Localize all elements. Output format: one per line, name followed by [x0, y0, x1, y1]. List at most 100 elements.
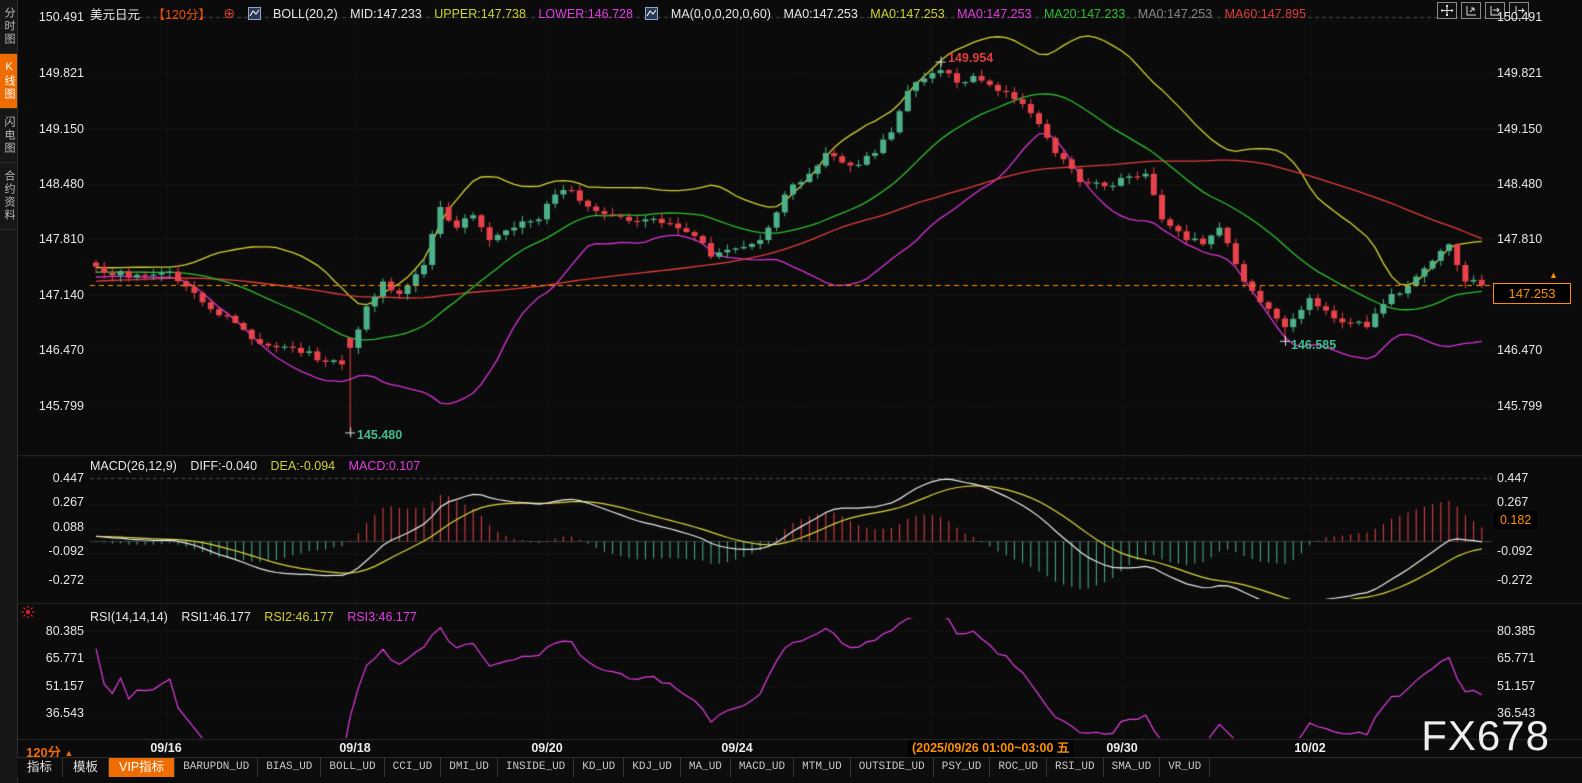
sidebar-item-kline[interactable]: K线图: [0, 54, 17, 109]
tab-macd-ud[interactable]: MACD_UD: [731, 758, 794, 777]
last-price-badge: 147.253: [1493, 283, 1571, 304]
sidebar-item-contract-info[interactable]: 合约资料: [0, 163, 17, 230]
rsi-axis-label: 51.157: [20, 679, 84, 693]
boll-title: BOLL(20,2): [273, 7, 338, 21]
price-axis-label: 149.150: [1497, 122, 1542, 136]
tab-vip-indicator[interactable]: VIP指标: [109, 758, 175, 777]
ma60-value: MA60:147.895: [1225, 7, 1306, 21]
rsi-axis-label: 80.385: [20, 624, 84, 638]
chart-canvas[interactable]: [0, 0, 1582, 783]
boll-lower: LOWER:146.728: [538, 7, 633, 21]
ma-title: MA(0,0,0,20,0,60): [671, 7, 771, 21]
boll-upper: UPPER:147.738: [434, 7, 526, 21]
price-axis-label: 146.470: [1497, 343, 1542, 357]
tab-kdj-ud[interactable]: KDJ_UD: [624, 758, 681, 777]
ma0-value-2: MA0:147.253: [870, 7, 944, 21]
ma-chart-icon[interactable]: [645, 7, 658, 20]
tab-indicator[interactable]: 指标: [17, 758, 63, 777]
macd-axis-label: -0.272: [20, 573, 84, 587]
macd-axis-label: 0.447: [1497, 471, 1528, 485]
price-axis-label: 145.799: [20, 399, 84, 413]
alert-sun-icon[interactable]: [21, 605, 35, 624]
boll-chart-icon[interactable]: [248, 7, 261, 20]
price-axis-label: 147.810: [1497, 232, 1542, 246]
rsi-axis-label: 36.543: [20, 706, 84, 720]
macd-axis-label: 0.267: [20, 495, 84, 509]
macd-header: MACD(26,12,9) DIFF:-0.040 DEA:-0.094 MAC…: [90, 459, 430, 473]
tab-sma-ud[interactable]: SMA_UD: [1104, 758, 1161, 777]
indicator-tabbar: 指标 模板 VIP指标 BARUPDN_UD BIAS_UD BOLL_UD C…: [17, 757, 1582, 777]
tab-psy-ud[interactable]: PSY_UD: [934, 758, 991, 777]
rsi-header: RSI(14,14,14) RSI1:46.177 RSI2:46.177 RS…: [90, 610, 427, 624]
rsi-axis-label: 65.771: [1497, 651, 1535, 665]
date-label: 09/18: [339, 741, 370, 755]
low-price-label: 145.480: [357, 428, 402, 442]
rsi-title[interactable]: RSI(14,14,14): [90, 610, 168, 624]
macd-axis-label: 0.088: [20, 520, 84, 534]
tab-vr-ud[interactable]: VR_UD: [1160, 758, 1210, 777]
macd-axis-label: 0.447: [20, 471, 84, 485]
price-axis-label: 149.821: [1497, 66, 1542, 80]
tab-bias-ud[interactable]: BIAS_UD: [258, 758, 321, 777]
ma0-value-1: MA0:147.253: [783, 7, 857, 21]
add-indicator-icon[interactable]: ⊕: [223, 5, 235, 21]
sidebar-item-timeline[interactable]: 分时图: [0, 0, 17, 54]
price-axis-label: 146.470: [20, 343, 84, 357]
sidebar-item-flash[interactable]: 闪电图: [0, 109, 17, 163]
swing-low-label: 146.585: [1291, 338, 1336, 352]
fx678-watermark: FX678: [1421, 712, 1550, 760]
price-axis-label: 145.799: [1497, 399, 1542, 413]
tab-outside-ud[interactable]: OUTSIDE_UD: [851, 758, 934, 777]
rsi-axis-label: 80.385: [1497, 624, 1535, 638]
rsi1-value: RSI1:46.177: [181, 610, 251, 624]
ma0-value-4: MA0:147.253: [1138, 7, 1212, 21]
price-axis-label: 147.140: [20, 288, 84, 302]
macd-axis-label: -0.272: [1497, 573, 1532, 587]
tab-template[interactable]: 模板: [63, 758, 109, 777]
price-axis-label: 147.810: [20, 232, 84, 246]
tab-cci-ud[interactable]: CCI_UD: [385, 758, 442, 777]
tab-kd-ud[interactable]: KD_UD: [574, 758, 624, 777]
macd-axis-label: -0.092: [1497, 544, 1532, 558]
axis-scale-icon[interactable]: [1461, 2, 1481, 19]
pan-move-icon[interactable]: [1437, 2, 1457, 19]
macd-value: MACD:0.107: [349, 459, 421, 473]
date-label: 09/16: [150, 741, 181, 755]
price-axis-label: 149.821: [20, 66, 84, 80]
tab-dmi-ud[interactable]: DMI_UD: [441, 758, 498, 777]
price-axis-label: 150.491: [20, 10, 84, 24]
rsi-axis-label: 65.771: [20, 651, 84, 665]
chart-header: 美元日元 【120分】 ⊕ BOLL(20,2) MID:147.233 UPP…: [90, 4, 1315, 23]
price-axis-label: 148.480: [1497, 177, 1542, 191]
macd-diff: DIFF:-0.040: [190, 459, 257, 473]
tab-inside-ud[interactable]: INSIDE_UD: [498, 758, 574, 777]
ma0-value-3: MA0:147.253: [957, 7, 1031, 21]
macd-current-badge: 0.182: [1494, 511, 1537, 529]
tab-ma-ud[interactable]: MA_UD: [681, 758, 731, 777]
date-label: 09/24: [721, 741, 752, 755]
high-price-label: 149.954: [948, 51, 993, 65]
tab-barupdn-ud[interactable]: BARUPDN_UD: [175, 758, 258, 777]
boll-mid: MID:147.233: [350, 7, 422, 21]
rsi2-value: RSI2:46.177: [264, 610, 334, 624]
tab-mtm-ud[interactable]: MTM_UD: [794, 758, 851, 777]
crosshair-time-tooltip: (2025/09/26 01:00~03:00 五: [908, 740, 1073, 757]
rsi-axis-label: 51.157: [1497, 679, 1535, 693]
ma20-value: MA20:147.233: [1044, 7, 1125, 21]
chart-window: 分时图 K线图 闪电图 合约资料 美元日元 【120分】 ⊕ BOLL(20,2…: [0, 0, 1582, 783]
tab-rsi-ud[interactable]: RSI_UD: [1047, 758, 1104, 777]
macd-axis-label: 0.267: [1497, 495, 1528, 509]
macd-axis-label: -0.092: [20, 544, 84, 558]
sidebar: 分时图 K线图 闪电图 合约资料: [0, 0, 18, 783]
macd-dea: DEA:-0.094: [271, 459, 336, 473]
price-pin-icon[interactable]: ▲: [1549, 270, 1558, 280]
macd-title[interactable]: MACD(26,12,9): [90, 459, 177, 473]
date-label: 09/20: [531, 741, 562, 755]
date-label: 10/02: [1294, 741, 1325, 755]
period-label[interactable]: 【120分】: [153, 8, 211, 22]
tab-boll-ud[interactable]: BOLL_UD: [321, 758, 384, 777]
symbol-name: 美元日元: [90, 8, 140, 22]
tab-roc-ud[interactable]: ROC_UD: [990, 758, 1047, 777]
price-axis-label: 148.480: [20, 177, 84, 191]
price-axis-label: 149.150: [20, 122, 84, 136]
